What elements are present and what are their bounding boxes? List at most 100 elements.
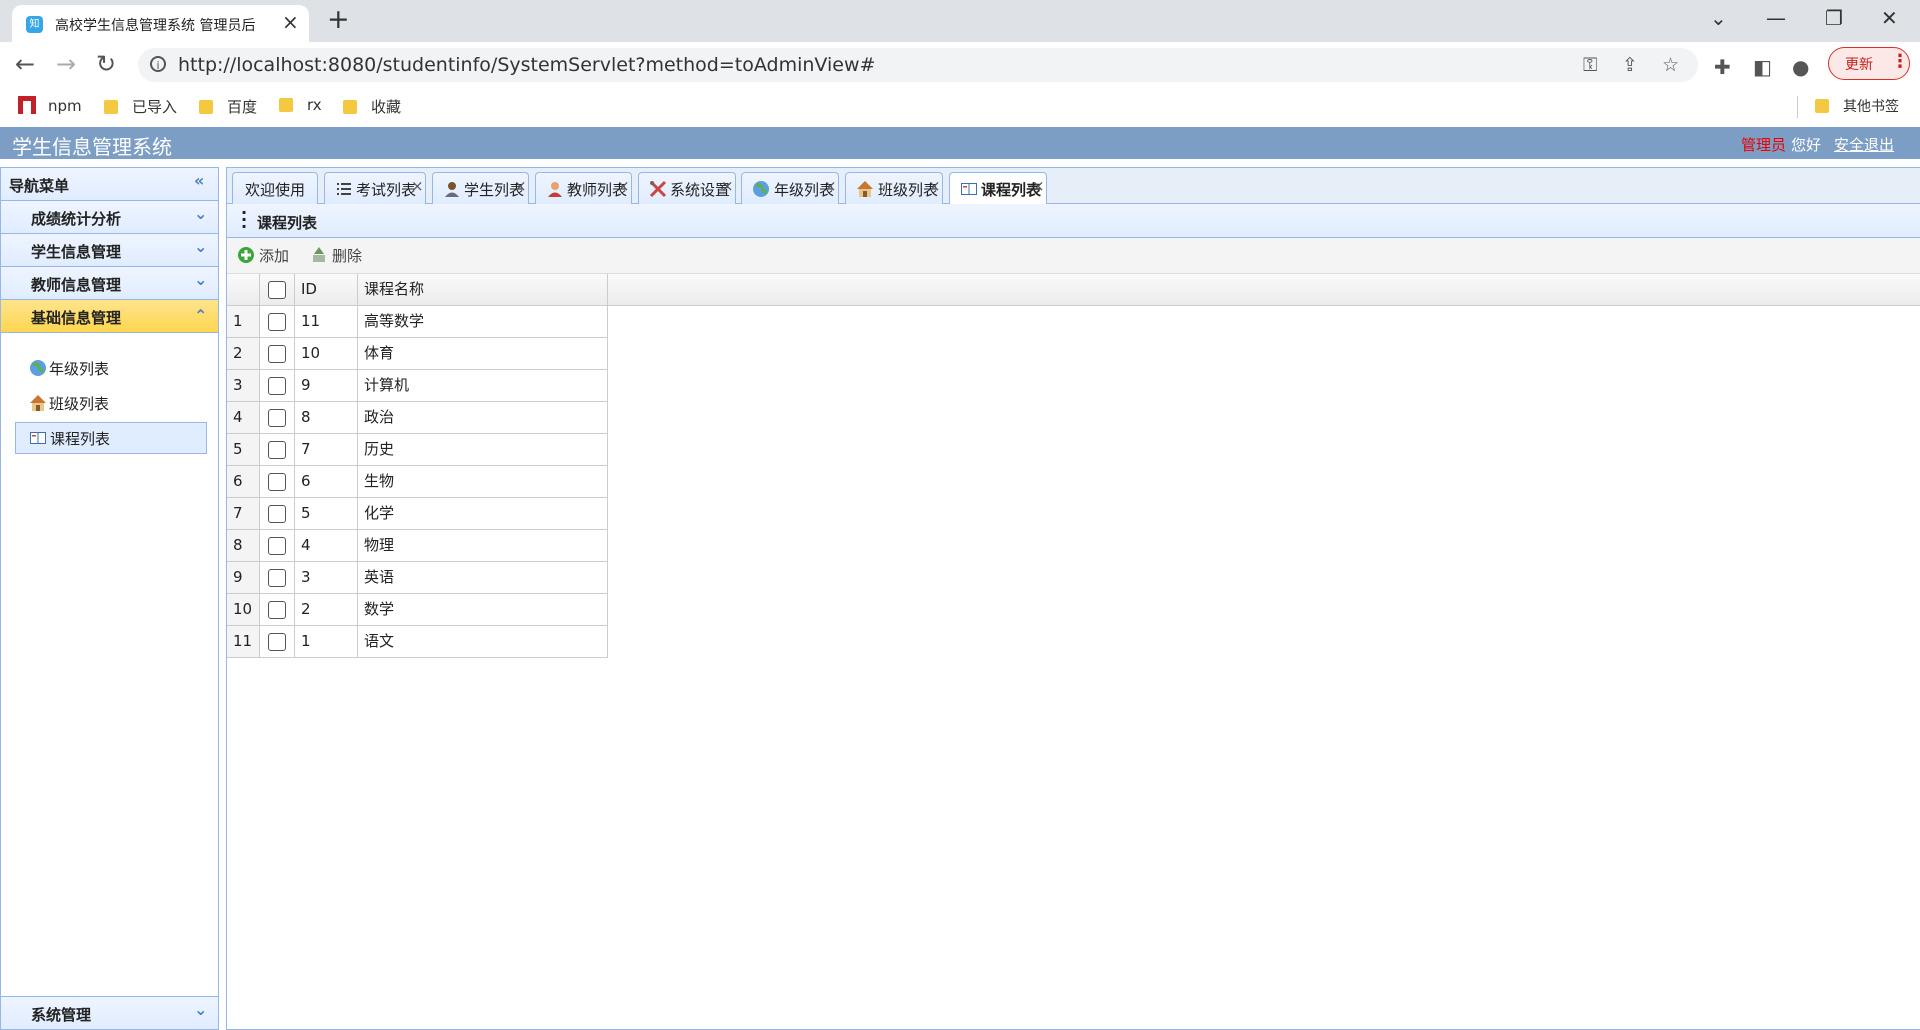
bookmark-npm[interactable]: npm [18, 96, 82, 118]
table-row[interactable]: 8 4 物理 [227, 530, 1920, 562]
table-row[interactable]: 10 2 数学 [227, 594, 1920, 626]
table-row[interactable]: 4 8 政治 [227, 402, 1920, 434]
sidebar-item-class-list[interactable]: 班级列表 [15, 387, 207, 419]
tab-class-list[interactable]: 班级列表 × [845, 172, 943, 204]
row-checkbox[interactable] [268, 409, 286, 427]
bookmark-favorites[interactable]: 收藏 [343, 96, 401, 118]
table-row[interactable]: 1 11 高等数学 [227, 306, 1920, 338]
column-header-id[interactable]: ID [295, 274, 358, 306]
row-select-cell [260, 626, 295, 658]
logout-link[interactable]: 安全退出 [1834, 134, 1894, 155]
section-basic-info[interactable]: 基础信息管理 ⌃ [1, 300, 218, 333]
window-close-button[interactable]: ✕ [1881, 6, 1898, 30]
tab-search-icon[interactable]: ⌄ [1710, 6, 1727, 30]
tab-teacher-list[interactable]: 教师列表 × [535, 172, 632, 204]
tab-close-icon[interactable]: × [514, 177, 527, 195]
row-select-cell [260, 402, 295, 434]
bookmark-baidu[interactable]: 百度 [199, 96, 257, 118]
cell-id: 4 [295, 530, 358, 562]
bookmark-imported[interactable]: 已导入 [104, 96, 177, 118]
update-button[interactable]: 更新 ⋮ [1828, 47, 1910, 80]
extensions-icon[interactable]: ✚ [1714, 55, 1731, 79]
minimize-button[interactable]: — [1766, 6, 1786, 30]
table-header-row: ID 课程名称 [227, 274, 1920, 306]
book-icon [961, 183, 977, 195]
tab-welcome[interactable]: 欢迎使用 [232, 172, 318, 204]
select-all-checkbox[interactable] [268, 281, 286, 299]
key-icon[interactable]: ⚿ [1583, 54, 1597, 76]
table-row[interactable]: 11 1 语文 [227, 626, 1920, 658]
sidebar-item-grade-list[interactable]: 年级列表 [15, 352, 207, 384]
row-checkbox[interactable] [268, 537, 286, 555]
row-checkbox[interactable] [268, 473, 286, 491]
row-checkbox[interactable] [268, 345, 286, 363]
table-row[interactable]: 5 7 历史 [227, 434, 1920, 466]
row-checkbox[interactable] [268, 313, 286, 331]
tab-close-icon[interactable]: × [1032, 177, 1045, 195]
tools-icon [649, 180, 667, 198]
tab-grade-list[interactable]: 年级列表 × [741, 172, 839, 204]
info-icon[interactable]: i [150, 56, 166, 72]
tab-system-settings[interactable]: 系统设置 × [638, 172, 736, 204]
sidepanel-icon[interactable]: ◧ [1753, 55, 1772, 79]
house-icon [30, 395, 46, 411]
table-row[interactable]: 7 5 化学 [227, 498, 1920, 530]
bookmark-other[interactable]: 其他书签 [1815, 96, 1899, 118]
tab-close-icon[interactable]: × [617, 177, 630, 195]
url-text[interactable]: http://localhost:8080/studentinfo/System… [178, 54, 875, 76]
section-student-management[interactable]: 学生信息管理 ⌄ [1, 234, 218, 267]
share-icon[interactable]: ⇪ [1622, 54, 1638, 76]
column-header-name[interactable]: 课程名称 [358, 274, 608, 306]
delete-button[interactable]: 删除 [310, 245, 362, 266]
section-label: 基础信息管理 [31, 309, 122, 327]
app-header: 学生信息管理系统 管理员 您好 安全退出 [0, 127, 1920, 159]
section-system-management[interactable]: 系统管理 ⌄ [1, 996, 218, 1029]
row-checkbox[interactable] [268, 441, 286, 459]
back-button[interactable]: ← [15, 50, 35, 78]
bookmark-rx[interactable]: rx [279, 96, 322, 118]
table-row[interactable]: 9 3 英语 [227, 562, 1920, 594]
tab-close-icon[interactable]: × [721, 177, 734, 195]
collapse-icon[interactable]: « [194, 171, 204, 190]
tab-course-list[interactable]: 课程列表 × [949, 172, 1047, 205]
section-score-analysis[interactable]: 成绩统计分析 ⌄ [1, 201, 218, 234]
close-icon[interactable]: × [282, 10, 299, 34]
table-row[interactable]: 3 9 计算机 [227, 370, 1920, 402]
tab-close-icon[interactable]: × [411, 177, 424, 195]
section-teacher-management[interactable]: 教师信息管理 ⌄ [1, 267, 218, 300]
table-row[interactable]: 6 6 生物 [227, 466, 1920, 498]
tab-close-icon[interactable]: × [824, 177, 837, 195]
tab-label: 考试列表 [356, 181, 417, 199]
tab-close-icon[interactable]: × [928, 177, 941, 195]
tab-student-list[interactable]: 学生列表 × [432, 172, 529, 204]
add-button[interactable]: 添加 [237, 245, 289, 266]
add-label: 添加 [259, 247, 290, 265]
address-bar-row: ← → ↻ i http://localhost:8080/studentinf… [0, 42, 1920, 88]
row-checkbox[interactable] [268, 377, 286, 395]
profile-icon[interactable]: ● [1792, 55, 1809, 79]
star-icon[interactable]: ☆ [1662, 54, 1679, 76]
row-number: 3 [227, 370, 260, 402]
row-checkbox[interactable] [268, 505, 286, 523]
row-number: 2 [227, 338, 260, 370]
globe-icon [753, 181, 769, 197]
row-checkbox[interactable] [268, 601, 286, 619]
row-select-cell [260, 466, 295, 498]
row-checkbox[interactable] [268, 569, 286, 587]
table-row[interactable]: 2 10 体育 [227, 338, 1920, 370]
tab-exam-list[interactable]: 考试列表 × [324, 172, 426, 204]
bookmark-label: 已导入 [132, 98, 178, 116]
update-label: 更新 [1845, 57, 1873, 73]
delete-icon [313, 247, 325, 262]
teacher-icon [548, 182, 562, 197]
forward-button[interactable]: → [56, 50, 76, 78]
cell-id: 11 [295, 306, 358, 338]
row-checkbox[interactable] [268, 633, 286, 651]
sidebar-item-course-list[interactable]: 课程列表 [15, 422, 207, 454]
reload-button[interactable]: ↻ [96, 50, 116, 78]
browser-tab[interactable]: 知 高校学生信息管理系统 管理员后 × [12, 5, 309, 42]
restore-button[interactable]: ❐ [1825, 6, 1843, 30]
new-tab-button[interactable]: + [327, 4, 350, 35]
row-number: 9 [227, 562, 260, 594]
url-omnibox[interactable]: i http://localhost:8080/studentinfo/Syst… [138, 48, 1698, 82]
